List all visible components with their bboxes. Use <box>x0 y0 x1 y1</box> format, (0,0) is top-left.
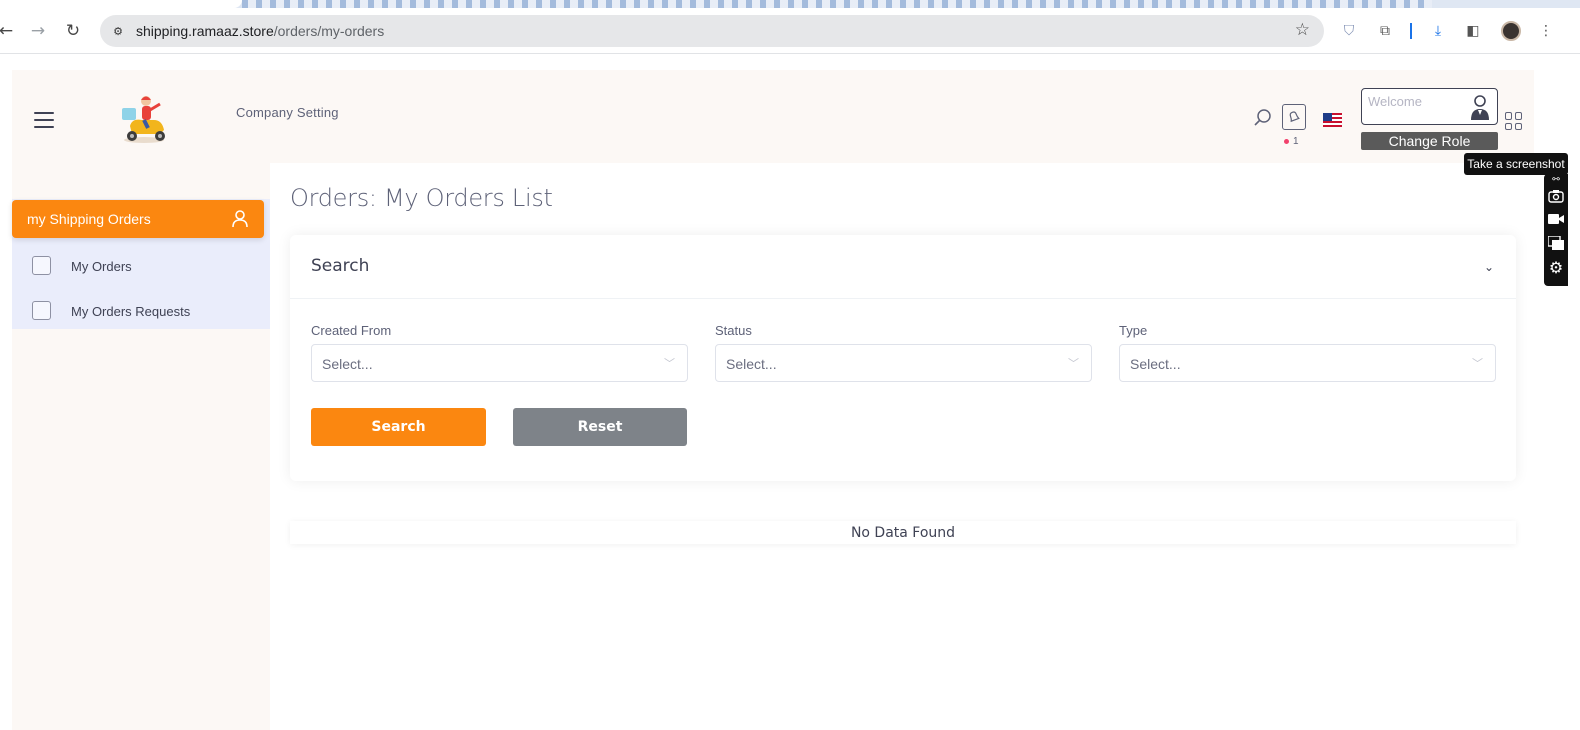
search-card-title: Search <box>311 256 370 276</box>
sidebar-item-label: My Orders Requests <box>71 304 191 319</box>
forward-icon[interactable]: → <box>26 19 50 43</box>
settings-gear-icon[interactable]: ⚙ <box>1548 258 1564 277</box>
type-label: Type <box>1119 323 1148 338</box>
search-card: Search ⌄ Created From Select... ﹀ Status… <box>290 235 1516 481</box>
welcome-label: Welcome <box>1368 94 1422 109</box>
sidebar-item-my-orders-requests[interactable]: My Orders Requests <box>32 301 262 323</box>
back-icon[interactable]: ← <box>0 19 18 43</box>
camera-icon[interactable] <box>1548 188 1564 204</box>
welcome-user-box[interactable]: Welcome <box>1361 88 1498 125</box>
chevron-down-icon[interactable]: ⌄ <box>1484 260 1494 274</box>
video-camera-icon[interactable] <box>1548 211 1564 227</box>
notification-count: 1 <box>1284 136 1299 147</box>
empty-state-message: No Data Found <box>290 521 1516 544</box>
sidebar: my Shipping Orders My Orders My Orders R… <box>12 163 270 730</box>
profile-avatar[interactable] <box>1501 21 1521 41</box>
type-field: Type Select... ﹀ <box>1119 323 1496 382</box>
status-field: Status Select... ﹀ <box>715 323 1092 382</box>
page-title: Orders: My Orders List <box>290 184 553 212</box>
search-button[interactable]: Search <box>311 408 486 446</box>
toolbar-divider <box>1410 23 1412 39</box>
site-info-icon[interactable]: ⚙ <box>108 21 128 41</box>
sidebar-section-my-shipping-orders[interactable]: my Shipping Orders <box>12 200 264 238</box>
select-placeholder: Select... <box>322 356 373 372</box>
bookmark-star-icon[interactable]: ☆ <box>1295 20 1310 40</box>
type-select[interactable]: Select... ﹀ <box>1119 344 1496 382</box>
chevron-down-icon: ﹀ <box>1068 357 1079 370</box>
notification-bell-icon[interactable] <box>1282 104 1306 130</box>
person-icon <box>232 210 248 228</box>
created-from-label: Created From <box>311 323 392 338</box>
chevron-down-icon: ﹀ <box>664 357 675 370</box>
sidebar-item-my-orders[interactable]: My Orders <box>32 256 262 278</box>
checkbox-icon[interactable] <box>32 256 51 275</box>
link-icon[interactable]: ⚯ <box>1548 172 1564 188</box>
reset-button[interactable]: Reset <box>513 408 687 446</box>
reload-icon[interactable]: ↻ <box>61 19 85 43</box>
change-role-button[interactable]: Change Role <box>1361 132 1498 150</box>
screenshot-extension-panel: ⚯ ⚙ <box>1544 174 1568 286</box>
logo[interactable] <box>116 92 172 148</box>
select-placeholder: Select... <box>1130 356 1181 372</box>
status-select[interactable]: Select... ﹀ <box>715 344 1092 382</box>
browser-menu-icon[interactable]: ⋮ <box>1536 21 1556 41</box>
chevron-down-icon: ﹀ <box>1472 357 1483 370</box>
search-icon[interactable] <box>1253 108 1273 128</box>
created-from-field: Created From Select... ﹀ <box>311 323 688 382</box>
company-setting-link[interactable]: Company Setting <box>236 105 339 120</box>
side-panel-icon[interactable]: ◧ <box>1463 21 1483 41</box>
sidebar-section-label: my Shipping Orders <box>27 211 151 227</box>
downloads-icon[interactable]: ⤓ <box>1428 21 1448 41</box>
hamburger-menu-icon[interactable] <box>34 112 54 128</box>
address-bar[interactable]: ⚙ shipping.ramaaz.store/orders/my-orders… <box>100 15 1324 47</box>
us-flag-icon[interactable] <box>1323 113 1342 127</box>
extensions-puzzle-icon[interactable]: ⧉ <box>1375 21 1395 41</box>
user-avatar-icon <box>1469 93 1491 121</box>
app-header: Company Setting 1 Welcome Change Role <box>12 70 1534 163</box>
search-card-header[interactable]: Search ⌄ <box>290 235 1516 299</box>
browser-toolbar: ← → ↻ ⚙ shipping.ramaaz.store/orders/my-… <box>0 8 1580 54</box>
browser-tab-strip <box>0 0 1580 8</box>
shield-extension-icon[interactable]: ⛉ <box>1339 21 1359 41</box>
active-tab[interactable] <box>0 0 242 8</box>
apps-grid-icon[interactable] <box>1505 112 1523 130</box>
sidebar-item-label: My Orders <box>71 259 132 274</box>
checkbox-icon[interactable] <box>32 301 51 320</box>
select-placeholder: Select... <box>726 356 777 372</box>
windows-icon[interactable] <box>1548 235 1564 251</box>
url-text[interactable]: shipping.ramaaz.store/orders/my-orders <box>136 23 384 39</box>
created-from-select[interactable]: Select... ﹀ <box>311 344 688 382</box>
status-label: Status <box>715 323 752 338</box>
